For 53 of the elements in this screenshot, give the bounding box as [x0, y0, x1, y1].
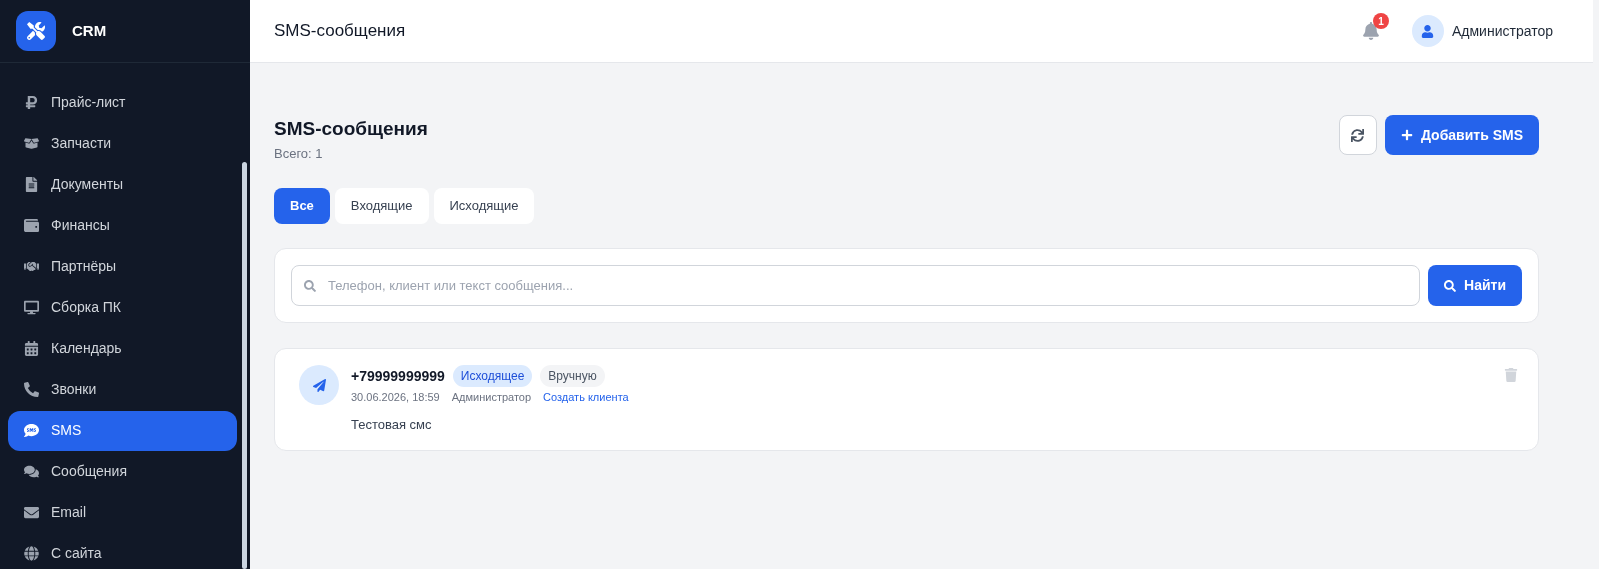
- sidebar-item[interactable]: Финансы: [8, 205, 237, 246]
- document-icon: [24, 177, 39, 192]
- sidebar-item[interactable]: Документы: [8, 164, 237, 205]
- ruble-icon: [24, 95, 39, 110]
- create-client-link[interactable]: Создать клиента: [543, 389, 629, 406]
- monitor-icon: [24, 300, 39, 315]
- add-sms-button[interactable]: Добавить SMS: [1384, 115, 1539, 155]
- sidebar-item[interactable]: SMS: [8, 410, 237, 451]
- handshake-icon: [24, 259, 39, 274]
- sms-bubble-icon: [24, 423, 39, 438]
- globe-icon: [24, 546, 39, 561]
- logo-text: CRM: [72, 20, 107, 41]
- search-field[interactable]: Телефон, клиент или текст сообщения...: [291, 265, 1421, 306]
- wallet-icon: [24, 218, 39, 233]
- notification-bell-icon[interactable]: [1362, 22, 1380, 40]
- sidebar-item[interactable]: Партнёры: [8, 246, 237, 287]
- logo-icon: [16, 11, 56, 51]
- sidebar-item[interactable]: Звонки: [8, 369, 237, 410]
- search-icon: [1444, 279, 1457, 292]
- search-icon: [304, 280, 316, 292]
- search-button[interactable]: Найти: [1428, 265, 1522, 306]
- plus-icon: [1400, 129, 1413, 141]
- filter-tab[interactable]: Исходящие: [433, 188, 535, 224]
- send-icon: [299, 365, 339, 405]
- refresh-button[interactable]: [1338, 115, 1377, 155]
- phone-icon: [24, 382, 39, 397]
- box-icon: [24, 136, 39, 151]
- page-title: SMS-сообщения: [274, 117, 428, 141]
- sidebar-item[interactable]: Запчасти: [8, 123, 237, 164]
- sidebar-item[interactable]: Сборка ПК: [8, 287, 237, 328]
- envelope-icon: [24, 505, 39, 520]
- avatar-icon: [1412, 15, 1444, 47]
- phone-number: +79999999999: [351, 366, 445, 386]
- scrollbar[interactable]: [242, 162, 247, 569]
- notification-count: 1: [1373, 13, 1389, 29]
- message-tag: Вручную: [540, 365, 605, 387]
- sidebar-item[interactable]: Email: [8, 492, 237, 533]
- sidebar-item[interactable]: Сообщения: [8, 451, 237, 492]
- chat-bubbles-icon: [24, 464, 39, 479]
- sidebar-item[interactable]: Календарь: [8, 328, 237, 369]
- calendar-icon: [24, 341, 39, 356]
- message-author: Администратор: [451, 390, 532, 405]
- message-tag: Исходящее: [452, 365, 533, 387]
- header-title: SMS-сообщения: [274, 20, 406, 43]
- message-datetime: 30.06.2026, 18:59: [351, 390, 440, 405]
- refresh-icon: [1351, 128, 1365, 142]
- filter-tab[interactable]: Все: [274, 188, 330, 224]
- sidebar-item[interactable]: С сайта: [8, 533, 237, 569]
- total-count: Всего: 1: [274, 144, 324, 163]
- filter-tab[interactable]: Входящие: [334, 188, 429, 224]
- message-text: Тестовая смс: [351, 415, 433, 434]
- user-menu[interactable]: Администратор: [1412, 15, 1553, 47]
- sidebar-item[interactable]: Прайс-лист: [8, 82, 237, 123]
